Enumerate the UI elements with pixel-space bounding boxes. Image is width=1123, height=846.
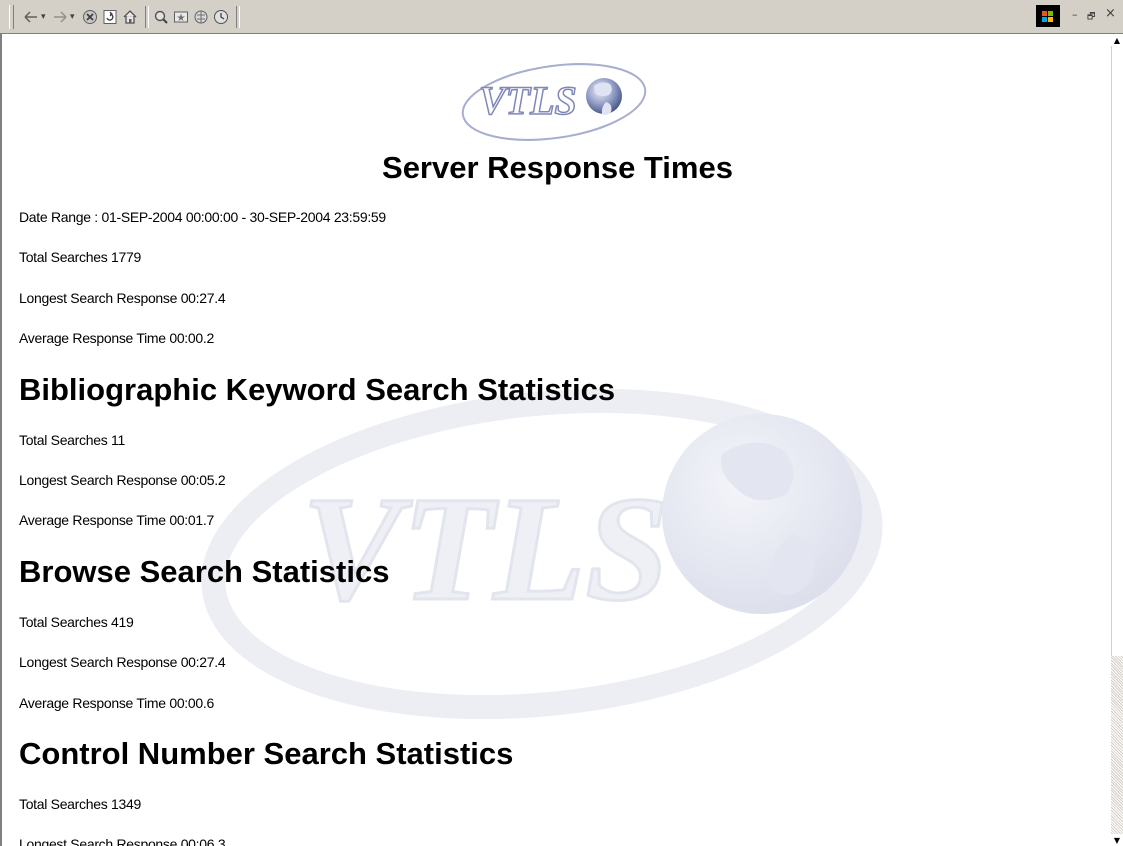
favorites-icon — [174, 11, 188, 23]
average-response-text: Average Response Time 00:00.2 — [19, 330, 214, 346]
search-icon — [154, 10, 168, 24]
home-button[interactable] — [122, 7, 138, 27]
scroll-up-button[interactable]: ▲ — [1111, 34, 1123, 46]
bibliographic-total-text: Total Searches 11 — [19, 432, 125, 448]
page-viewport: VTLS VTLS Server Response Times Date Ran… — [0, 34, 1111, 846]
section-heading-bibliographic: Bibliographic Keyword Search Statistics — [19, 372, 616, 407]
vertical-scrollbar[interactable]: ▲ ▼ — [1111, 34, 1123, 846]
close-button[interactable]: × — [1105, 6, 1116, 21]
date-range-text: Date Range : 01-SEP-2004 00:00:00 - 30-S… — [19, 209, 386, 225]
refresh-icon — [103, 10, 117, 24]
vtls-logo: VTLS — [461, 63, 647, 141]
home-icon — [123, 10, 137, 24]
bibliographic-longest-text: Longest Search Response 00:05.2 — [19, 472, 226, 488]
browse-average-text: Average Response Time 00:00.6 — [19, 695, 214, 711]
history-icon — [214, 10, 228, 24]
windows-logo-icon — [1036, 5, 1060, 27]
watermark-text: VTLS — [302, 466, 669, 632]
chevron-down-icon: ▾ — [41, 12, 46, 22]
browser-toolbar: ▾ ▾ – 🗗 × — [0, 0, 1123, 34]
search-button[interactable] — [153, 7, 169, 27]
control-number-total-text: Total Searches 1349 — [19, 796, 141, 812]
bibliographic-average-text: Average Response Time 00:01.7 — [19, 512, 214, 528]
toolbar-separator — [236, 6, 240, 28]
history-button[interactable] — [213, 7, 229, 27]
browse-longest-text: Longest Search Response 00:27.4 — [19, 654, 226, 670]
section-heading-control-number: Control Number Search Statistics — [19, 736, 514, 771]
media-icon — [194, 10, 208, 24]
minimize-button[interactable]: – — [1072, 8, 1078, 21]
refresh-button[interactable] — [102, 7, 118, 27]
section-heading-browse: Browse Search Statistics — [19, 554, 390, 589]
forward-arrow-icon — [54, 11, 67, 23]
page-title: Server Response Times — [382, 150, 733, 185]
total-searches-text: Total Searches 1779 — [19, 249, 141, 265]
arrow-down-icon: ▼ — [1113, 835, 1121, 845]
scrollbar-thumb[interactable] — [1111, 46, 1123, 656]
browse-total-text: Total Searches 419 — [19, 614, 134, 630]
media-button[interactable] — [193, 7, 209, 27]
toolbar-separator — [145, 6, 149, 28]
back-dropdown-button[interactable]: ▾ — [41, 7, 46, 27]
restore-button[interactable]: 🗗 — [1087, 9, 1095, 25]
stop-icon — [83, 10, 97, 24]
back-button[interactable] — [23, 7, 39, 27]
chevron-down-icon: ▾ — [70, 12, 75, 22]
favorites-button[interactable] — [173, 7, 189, 27]
arrow-up-icon: ▲ — [1113, 35, 1121, 45]
longest-response-text: Longest Search Response 00:27.4 — [19, 290, 226, 306]
back-arrow-icon — [24, 11, 37, 23]
toolbar-grip[interactable] — [9, 5, 14, 29]
control-number-longest-text: Longest Search Response 00:06.3 — [19, 836, 226, 846]
logo-text: VTLS — [479, 78, 577, 123]
scroll-down-button[interactable]: ▼ — [1111, 834, 1123, 846]
stop-button[interactable] — [82, 7, 98, 27]
forward-button[interactable] — [52, 7, 68, 27]
forward-dropdown-button[interactable]: ▾ — [70, 7, 75, 27]
